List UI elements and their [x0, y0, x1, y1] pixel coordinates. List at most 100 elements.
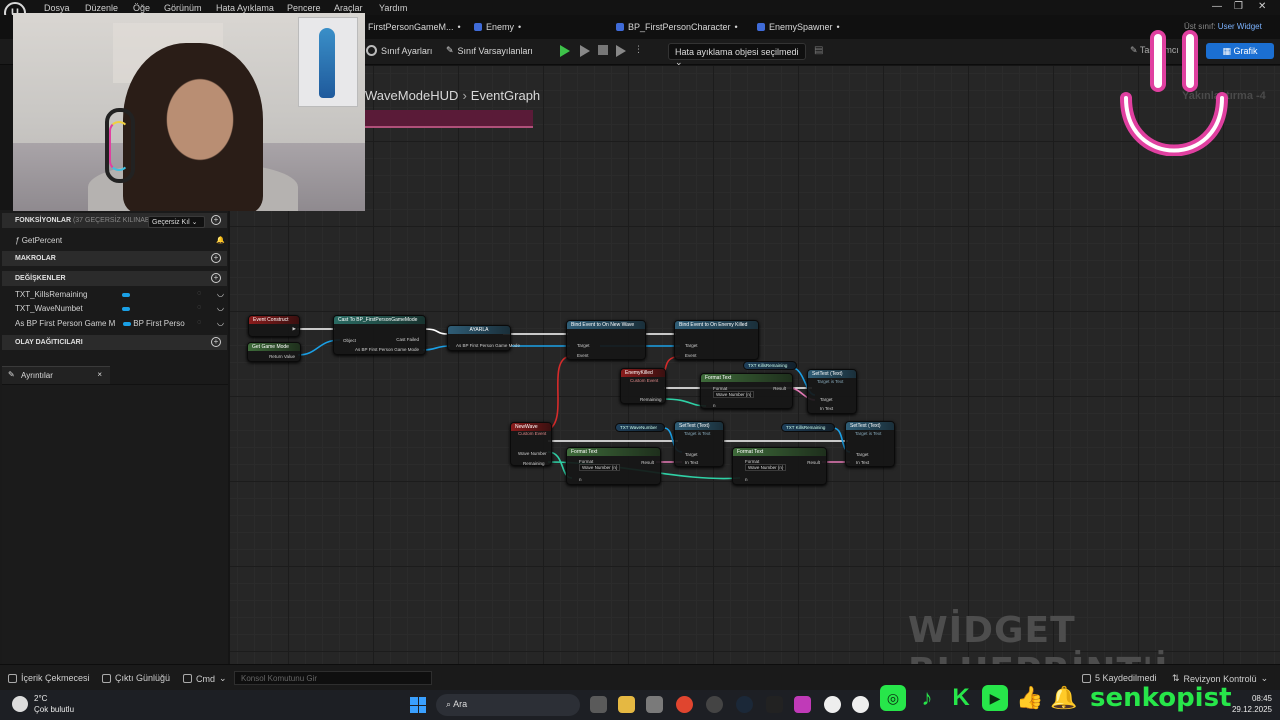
class-defaults-button[interactable]: ✎ Sınıf Varsayılanları [446, 45, 533, 56]
variable-type-pill[interactable] [122, 293, 130, 297]
details-tab[interactable]: ✎ Ayrıntılar × [2, 366, 110, 384]
weather-widget[interactable]: 2°C Çok bulutlu [12, 693, 74, 715]
menu-edit[interactable]: Düzenle [85, 3, 118, 13]
maximize-icon[interactable]: ❐ [1234, 1, 1243, 12]
terminal-icon [183, 674, 192, 683]
pin-target: Target [685, 343, 698, 348]
pin-cast-failed: Cast Failed [396, 337, 419, 342]
close-icon[interactable]: ✕ [1258, 1, 1266, 12]
exec-pin-icon[interactable]: ▶ [293, 326, 296, 332]
menu-asset[interactable]: Öğe [133, 3, 150, 13]
unreal-icon-2[interactable] [852, 696, 869, 713]
steam-icon[interactable] [736, 696, 753, 713]
menu-file[interactable]: Dosya [44, 3, 70, 13]
tab-bp-firstpersoncharacter[interactable]: BP_FirstPersonCharacter • [616, 22, 738, 32]
minimize-icon[interactable]: — [1212, 1, 1222, 12]
eye-icon[interactable]: ◡ [217, 318, 224, 327]
cmd-select[interactable]: Cmd ⌄ [183, 673, 227, 684]
format-input[interactable]: Wave Number {n} [745, 464, 787, 471]
menu-help[interactable]: Yardım [379, 3, 407, 13]
add-dispatcher-icon[interactable]: + [211, 337, 221, 347]
graph-label: Grafik [1233, 46, 1258, 56]
epic-games-icon[interactable] [766, 696, 783, 713]
variable-item[interactable]: TXT_KillsRemaining [15, 290, 87, 299]
taskbar-clock[interactable]: 08:45 29.12.2025 [1228, 693, 1272, 715]
node-cast-to-gamemode[interactable]: Cast To BP_FirstPersonGameMode Object Ca… [333, 315, 426, 355]
debug-object-value: Hata ayıklama objesi seçilmedi [675, 47, 799, 57]
content-drawer-button[interactable]: İçerik Çekmecesi [8, 673, 90, 683]
menu-debug[interactable]: Hata Ayıklama [216, 3, 274, 13]
close-icon[interactable]: × [97, 370, 102, 379]
console-input[interactable]: Konsol Komutunu Gir [234, 671, 432, 685]
eye-icon[interactable]: ◡ [217, 289, 224, 298]
node-set-text-2[interactable]: SetText (Text) Target is Text Target In … [674, 421, 724, 467]
node-format-text-1[interactable]: Format Text Format Wave Number {n} Resul… [700, 373, 793, 409]
add-variable-icon[interactable]: + [211, 273, 221, 283]
add-function-icon[interactable]: + [211, 215, 221, 225]
stop-icon[interactable] [598, 45, 608, 55]
unsaved-button[interactable]: 5 Kaydedilmedi [1082, 673, 1157, 683]
variable-name: TXT_KillsRemaining [15, 290, 88, 299]
unreal-icon[interactable] [824, 696, 841, 713]
cmd-label: Cmd [196, 673, 216, 684]
node-bind-on-enemy-killed[interactable]: Bind Event to On Enemy Killed Target Eve… [674, 320, 759, 360]
function-item-getpercent[interactable]: ƒ GetPercent [15, 236, 62, 245]
obs-icon[interactable] [706, 696, 723, 713]
variable-type[interactable]: BP First Perso [123, 319, 185, 328]
eject-icon[interactable] [616, 45, 626, 57]
options-icon[interactable]: ⋮ [634, 44, 643, 55]
tab-firstpersongamemode[interactable]: FirstPersonGameM... • [368, 22, 461, 32]
node-title: Event Construct [249, 316, 299, 324]
node-bind-on-new-wave[interactable]: Bind Event to On New Wave Target Event [566, 320, 646, 360]
functions-section[interactable]: FONKSİYONLAR (37 GEÇERSİZ KILINAB Geçers… [2, 213, 227, 228]
node-set-text-3[interactable]: SetText (Text) Target is Text Target In … [845, 421, 895, 467]
output-log-button[interactable]: Çıktı Günlüğü [102, 673, 170, 683]
menu-view[interactable]: Görünüm [164, 3, 202, 13]
node-event-construct[interactable]: Event Construct ▶ [248, 315, 300, 337]
file-explorer-icon[interactable] [618, 696, 635, 713]
node-get-game-mode[interactable]: Get Game Mode Return Value [247, 342, 301, 362]
class-settings-button[interactable]: Sınıf Ayarları [366, 45, 432, 56]
windows-start-icon[interactable] [410, 697, 426, 713]
variable-item[interactable]: TXT_WaveNumbet [15, 304, 83, 313]
step-icon[interactable] [580, 45, 590, 57]
dispatchers-section[interactable]: OLAY DAĞITICILARI + [2, 335, 227, 350]
variable-type-pill[interactable] [122, 307, 130, 311]
chrome-icon[interactable] [676, 696, 693, 713]
comment-box[interactable] [365, 110, 533, 128]
node-var-wave-number[interactable]: TXT WaveNumber [615, 423, 665, 432]
format-input[interactable]: Wave Number {n} [579, 464, 621, 471]
eye-icon[interactable]: ◡ [217, 303, 224, 312]
tab-enemyspawner[interactable]: EnemySpawner • [757, 22, 840, 32]
node-format-text-3[interactable]: Format Text Format Wave Number {n} Resul… [732, 447, 827, 485]
node-set-text-1[interactable]: SetText (Text) Target is Text Target In … [807, 369, 857, 414]
node-enemy-killed-event[interactable]: EnemyKilled Custom Event Remaining [620, 368, 666, 404]
tab-enemy[interactable]: Enemy • [474, 22, 521, 32]
variable-item[interactable]: As BP First Person Game M [15, 319, 115, 328]
breadcrumb-widget[interactable]: WaveModeHUD [365, 88, 458, 103]
node-set-variable[interactable]: AYARLA As BP First Person Game Mode [447, 325, 520, 351]
find-icon[interactable]: ▤ [814, 45, 823, 56]
pencil-icon: ✎ [446, 45, 454, 55]
node-var-kills-remaining-2[interactable]: TXT KillsRemaining [781, 423, 835, 432]
pin-return-value: Return Value [269, 354, 295, 359]
macros-section[interactable]: MAKROLAR + [2, 251, 227, 266]
format-input[interactable]: Wave Number {n} [713, 391, 755, 398]
app-icon[interactable] [794, 696, 811, 713]
node-var-kills-remaining[interactable]: TXT KillsRemaining [743, 361, 797, 370]
play-icon[interactable] [560, 45, 570, 57]
pin-object: Object [343, 338, 357, 343]
breadcrumb-graph[interactable]: EventGraph [471, 88, 540, 103]
task-view-icon[interactable] [590, 696, 607, 713]
menu-window[interactable]: Pencere [287, 3, 321, 13]
variables-section[interactable]: DEĞİŞKENLER + [2, 271, 227, 286]
add-macro-icon[interactable]: + [211, 253, 221, 263]
blueprint-icon [474, 23, 482, 31]
taskbar-search[interactable]: ⌕ Ara [436, 694, 580, 716]
menu-tools[interactable]: Araçlar [334, 3, 363, 13]
node-format-text-2[interactable]: Format Text Format Wave Number {n} Resul… [566, 447, 661, 485]
override-select[interactable]: Geçersiz Kıl ⌄ [148, 216, 205, 228]
node-new-wave-event[interactable]: NewWave Custom Event Wave Number Remaini… [510, 422, 552, 466]
store-icon[interactable] [646, 696, 663, 713]
debug-object-select[interactable]: Hata ayıklama objesi seçilmedi ⌄ [668, 43, 806, 67]
